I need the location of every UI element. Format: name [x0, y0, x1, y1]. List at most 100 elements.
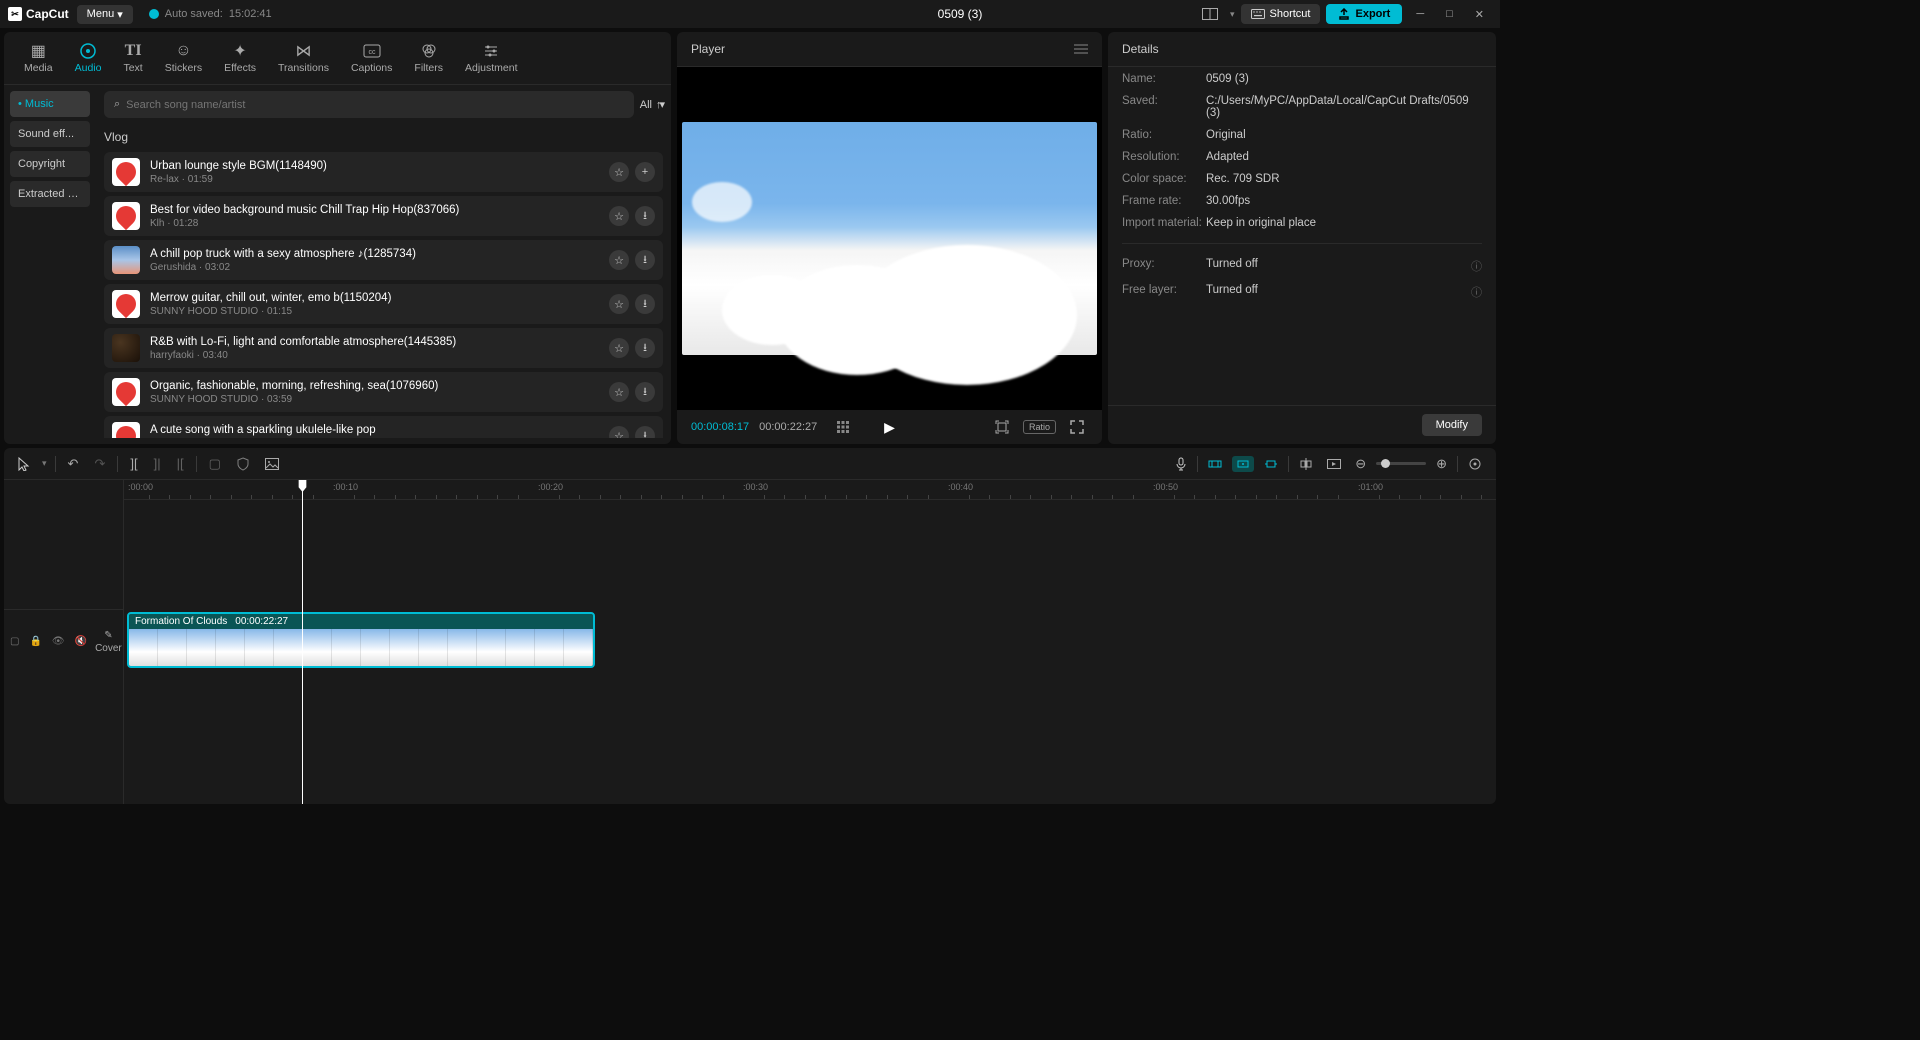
- download-button[interactable]: ⭳: [635, 206, 655, 226]
- category-copyright[interactable]: Copyright: [10, 151, 90, 177]
- detail-colorspace-label: Color space:: [1122, 173, 1206, 185]
- detail-proxy-label: Proxy:: [1122, 258, 1206, 274]
- track-thumb: [112, 334, 140, 362]
- align-button[interactable]: [1295, 456, 1317, 472]
- track-item[interactable]: R&B with Lo-Fi, light and comfortable at…: [104, 328, 663, 368]
- ratio-button[interactable]: Ratio: [1023, 420, 1056, 434]
- ruler-tick: :00:20: [538, 482, 563, 492]
- layout-button[interactable]: [1196, 4, 1224, 24]
- chevron-down-icon[interactable]: ▾: [42, 458, 47, 469]
- download-button[interactable]: ⭳: [635, 382, 655, 402]
- favorite-button[interactable]: ☆: [609, 162, 629, 182]
- timeline-ruler[interactable]: :00:00:00:10:00:20:00:30:00:40:00:50:01:…: [124, 480, 1496, 500]
- playhead[interactable]: [302, 480, 303, 804]
- app-name: CapCut: [26, 7, 69, 21]
- video-clip[interactable]: Formation Of Clouds 00:00:22:27: [127, 612, 595, 668]
- image-tool[interactable]: [261, 456, 283, 472]
- fullscreen-icon[interactable]: [1066, 418, 1088, 436]
- timeline-tracks[interactable]: :00:00:00:10:00:20:00:30:00:40:00:50:01:…: [124, 480, 1496, 804]
- cover-button[interactable]: ✎ Cover: [95, 630, 122, 654]
- effects-icon: ✦: [233, 42, 246, 60]
- favorite-button[interactable]: ☆: [609, 206, 629, 226]
- tab-captions[interactable]: ccCaptions: [341, 38, 402, 78]
- mic-button[interactable]: [1171, 455, 1191, 473]
- search-icon: ⌕: [114, 98, 120, 111]
- crop-tool[interactable]: ▢: [205, 454, 225, 474]
- maximize-button[interactable]: □: [1438, 4, 1461, 24]
- add-button[interactable]: +: [635, 162, 655, 182]
- favorite-button[interactable]: ☆: [609, 294, 629, 314]
- menu-button[interactable]: Menu ▾: [77, 5, 133, 24]
- close-button[interactable]: ✕: [1467, 4, 1492, 25]
- track-title: R&B with Lo-Fi, light and comfortable at…: [150, 336, 599, 348]
- select-tool[interactable]: [14, 455, 34, 473]
- quality-icon[interactable]: [991, 418, 1013, 436]
- tab-text[interactable]: TIText: [113, 38, 152, 78]
- track-item[interactable]: Urban lounge style BGM(1148490)Re-lax · …: [104, 152, 663, 192]
- magnet-button[interactable]: [1204, 456, 1226, 472]
- download-button[interactable]: ⭳: [635, 294, 655, 314]
- collapse-icon[interactable]: ▢: [10, 636, 19, 647]
- favorite-button[interactable]: ☆: [609, 382, 629, 402]
- split-left-tool[interactable]: ]|: [150, 454, 165, 473]
- info-icon[interactable]: ⓘ: [1471, 284, 1482, 300]
- tab-adjustment[interactable]: Adjustment: [455, 38, 528, 78]
- redo-button[interactable]: ↷: [90, 454, 109, 474]
- timeline-left-gutter: ▢ 🔒 👁 🔇 ✎ Cover: [4, 480, 124, 804]
- info-icon[interactable]: ⓘ: [1471, 258, 1482, 274]
- favorite-button[interactable]: ☆: [609, 338, 629, 358]
- download-button[interactable]: ⭳: [635, 250, 655, 270]
- fit-button[interactable]: [1464, 455, 1486, 473]
- filter-icon[interactable]: ↑▾: [656, 98, 663, 111]
- modify-button[interactable]: Modify: [1422, 414, 1482, 436]
- detail-framerate-label: Frame rate:: [1122, 195, 1206, 207]
- export-icon: [1338, 8, 1350, 20]
- favorite-button[interactable]: ☆: [609, 250, 629, 270]
- minimize-button[interactable]: ─: [1408, 4, 1432, 24]
- tab-media[interactable]: ▦Media: [14, 38, 63, 78]
- track-thumb: [112, 378, 140, 406]
- export-button[interactable]: Export: [1326, 4, 1402, 24]
- track-thumb: [112, 422, 140, 438]
- undo-button[interactable]: ↶: [64, 454, 83, 474]
- search-input[interactable]: [126, 99, 624, 111]
- download-button[interactable]: ⭳: [635, 338, 655, 358]
- track-item[interactable]: Merrow guitar, chill out, winter, emo b(…: [104, 284, 663, 324]
- detail-proxy-value: Turned off: [1206, 258, 1471, 274]
- track-meta: Klh · 01:28: [150, 218, 599, 229]
- filter-all[interactable]: All: [640, 99, 652, 111]
- download-button[interactable]: ⭳: [635, 426, 655, 438]
- snap-button[interactable]: [1260, 456, 1282, 472]
- track-item[interactable]: Organic, fashionable, morning, refreshin…: [104, 372, 663, 412]
- logo-icon: ✂: [8, 7, 22, 21]
- shortcut-button[interactable]: Shortcut: [1241, 4, 1321, 24]
- tab-transitions[interactable]: ⋈Transitions: [268, 38, 339, 78]
- play-button[interactable]: ▶: [884, 419, 895, 436]
- zoom-slider[interactable]: [1376, 462, 1426, 465]
- tab-stickers[interactable]: ☺Stickers: [155, 38, 212, 78]
- track-item[interactable]: Best for video background music Chill Tr…: [104, 196, 663, 236]
- track-item[interactable]: A cute song with a sparkling ukulele-lik…: [104, 416, 663, 438]
- category-extracted[interactable]: Extracted a...: [10, 181, 90, 207]
- visibility-icon[interactable]: 👁: [52, 636, 65, 647]
- link-button[interactable]: [1232, 456, 1254, 472]
- zoom-in-button[interactable]: ⊕: [1432, 454, 1451, 474]
- category-sound-effects[interactable]: Sound eff...: [10, 121, 90, 147]
- player-menu-icon[interactable]: [1074, 44, 1088, 54]
- category-music[interactable]: • Music: [10, 91, 90, 117]
- grid-icon[interactable]: [833, 419, 853, 435]
- split-tool[interactable]: ][: [126, 454, 141, 473]
- lock-icon[interactable]: 🔒: [29, 636, 41, 647]
- search-box[interactable]: ⌕: [104, 91, 634, 118]
- track-item[interactable]: A chill pop truck with a sexy atmosphere…: [104, 240, 663, 280]
- tab-audio[interactable]: Audio: [65, 38, 112, 78]
- favorite-button[interactable]: ☆: [609, 426, 629, 438]
- mute-icon[interactable]: 🔇: [75, 636, 87, 647]
- tab-effects[interactable]: ✦Effects: [214, 38, 266, 78]
- tab-filters[interactable]: Filters: [404, 38, 453, 78]
- player-preview-area[interactable]: [677, 67, 1102, 410]
- mask-tool[interactable]: [233, 455, 253, 473]
- preview-button[interactable]: [1323, 457, 1345, 471]
- zoom-out-button[interactable]: ⊖: [1351, 454, 1370, 474]
- split-right-tool[interactable]: |[: [173, 454, 188, 473]
